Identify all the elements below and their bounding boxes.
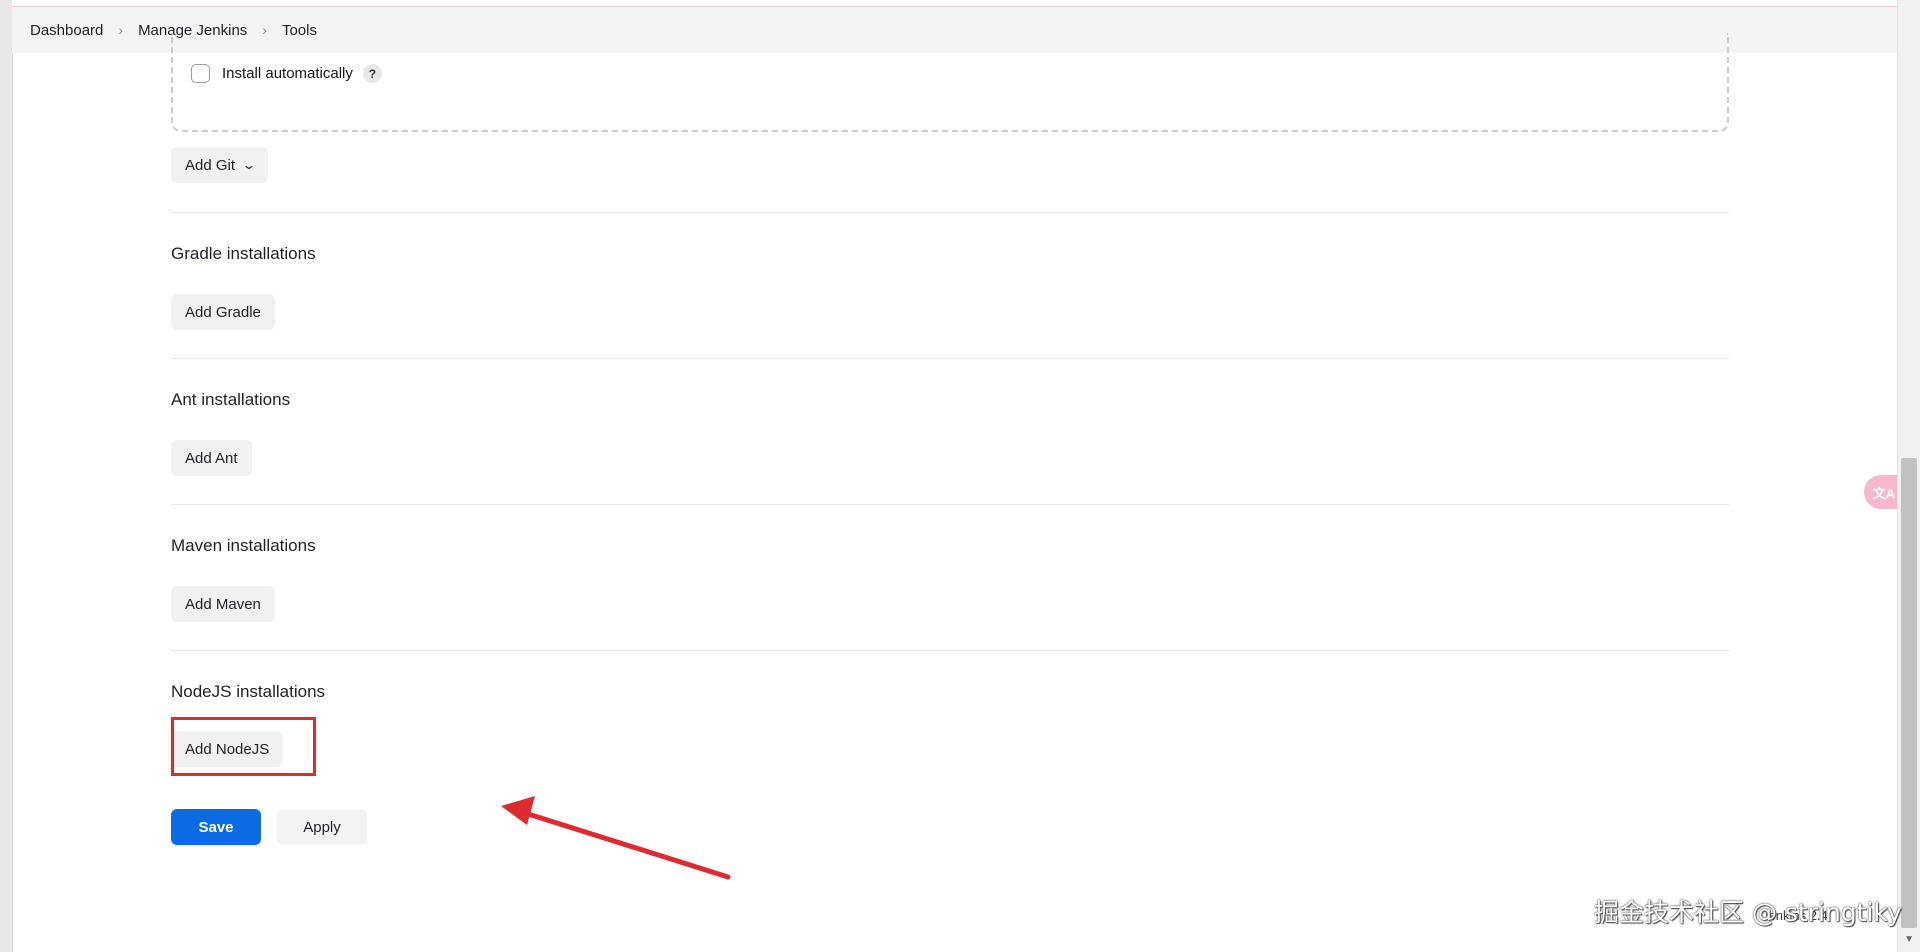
scrollbar-thumb[interactable] — [1901, 458, 1917, 928]
window-left-edge — [0, 0, 13, 952]
annotation-highlight-box — [171, 717, 316, 776]
add-git-button[interactable]: Add Git ⌄ — [171, 147, 269, 183]
add-ant-button[interactable]: Add Ant — [171, 440, 252, 476]
install-automatically-checkbox[interactable] — [191, 64, 210, 83]
section-divider — [171, 358, 1729, 359]
section-divider — [171, 504, 1729, 505]
watermark: 掘金技术社区 @ stringtiky — [1594, 898, 1902, 927]
chevron-down-icon: ⌄ — [242, 158, 257, 172]
question-mark-icon[interactable]: ? — [362, 64, 382, 83]
scrollbar[interactable]: ▼ — [1897, 0, 1920, 952]
apply-button[interactable]: Apply — [277, 809, 367, 845]
install-automatically-label: Install automatically — [222, 65, 353, 82]
save-button[interactable]: Save — [171, 809, 261, 845]
breadcrumb-dashboard[interactable]: Dashboard — [30, 22, 103, 39]
gradle-section-title: Gradle installations — [171, 244, 316, 263]
scroll-down-arrow-icon[interactable]: ▼ — [1904, 934, 1914, 945]
install-automatically-row: Install automatically ? — [191, 64, 382, 83]
section-divider — [171, 212, 1729, 213]
red-arrow-icon — [501, 796, 731, 880]
git-installer-panel: Install automatically ? — [171, 33, 1729, 132]
nodejs-section-title: NodeJS installations — [171, 682, 326, 701]
add-gradle-button[interactable]: Add Gradle — [171, 294, 275, 330]
add-git-label: Add Git — [185, 156, 236, 174]
add-maven-button[interactable]: Add Maven — [171, 586, 275, 622]
top-accent-rule — [12, 0, 1898, 7]
section-divider — [171, 650, 1729, 651]
ant-section-title: Ant installations — [171, 390, 291, 409]
chevron-right-icon: › — [118, 22, 124, 38]
maven-section-title: Maven installations — [171, 536, 316, 555]
